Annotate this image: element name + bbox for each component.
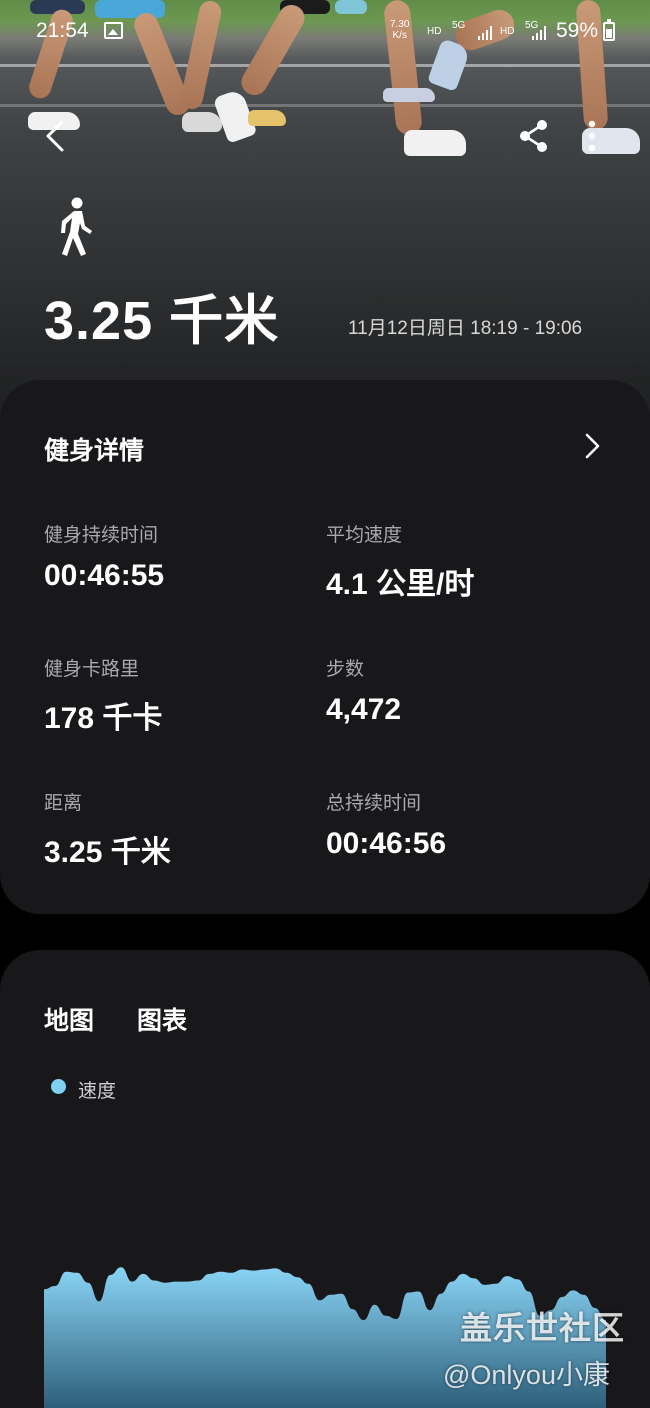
5g-badge: 5G: [452, 20, 466, 31]
battery-icon: [603, 19, 615, 41]
workout-date-range: 11月12日周日 18:19 - 19:06: [348, 318, 583, 339]
more-options-button[interactable]: [576, 116, 608, 156]
signal-icon: [532, 26, 546, 40]
metric-label: 距离: [44, 792, 83, 814]
metric-duration: 健身持续时间 00:46:55: [44, 520, 164, 593]
battery-percent: 59%: [556, 19, 599, 42]
walking-icon: [52, 196, 100, 258]
metric-calories: 健身卡路里 178 千卡: [44, 654, 162, 737]
back-arrow-icon: [46, 120, 64, 152]
metric-label: 健身卡路里: [44, 658, 140, 680]
metric-label: 健身持续时间: [44, 524, 159, 546]
gallery-notification-icon: [104, 22, 123, 39]
metric-value: 00:46:55: [44, 559, 165, 592]
metric-value: 00:46:56: [326, 827, 447, 860]
workout-details-card[interactable]: 健身详情 健身持续时间 00:46:55 平均速度 4.1 公里/时 健身卡路里…: [0, 380, 650, 914]
watermark-community: 盖乐世社区: [460, 1309, 626, 1347]
details-open-button[interactable]: [578, 430, 606, 462]
metric-label: 总持续时间: [326, 792, 422, 814]
runner-shoe: [404, 130, 466, 156]
total-distance: 3.25 千米: [44, 291, 280, 351]
road-marking: [0, 64, 650, 67]
back-button[interactable]: [36, 116, 76, 156]
watermark-author: @Onlyou小康: [443, 1360, 610, 1390]
road-marking: [0, 104, 650, 107]
metric-label: 平均速度: [326, 524, 403, 546]
hd-badge: HD: [427, 26, 442, 37]
runner-shoe: [248, 110, 286, 126]
runner-shoe: [383, 88, 435, 102]
status-bar: 21:54 7.30 K/s HD 5G HD 5G 59%: [0, 0, 650, 64]
signal-icon: [478, 26, 492, 40]
chevron-right-icon: [585, 433, 600, 459]
metric-value: 3.25 千米: [44, 836, 171, 869]
share-button[interactable]: [514, 116, 554, 156]
metric-steps: 步数 4,472: [326, 654, 401, 727]
hd-badge: HD: [500, 26, 515, 37]
metric-value: 4.1 公里/时: [326, 568, 475, 601]
network-speed: 7.30 K/s: [390, 19, 410, 41]
share-icon: [520, 120, 547, 152]
details-title: 健身详情: [44, 436, 145, 465]
runner-shoe: [182, 112, 222, 132]
metric-avg-speed: 平均速度 4.1 公里/时: [326, 520, 474, 603]
metric-value: 178 千卡: [44, 702, 163, 735]
metric-distance: 距离 3.25 千米: [44, 788, 171, 871]
metric-value: 4,472: [326, 693, 402, 726]
metric-total-duration: 总持续时间 00:46:56: [326, 788, 446, 861]
status-time: 21:54: [36, 19, 89, 42]
more-vert-icon: [588, 120, 596, 152]
metric-label: 步数: [326, 658, 365, 680]
